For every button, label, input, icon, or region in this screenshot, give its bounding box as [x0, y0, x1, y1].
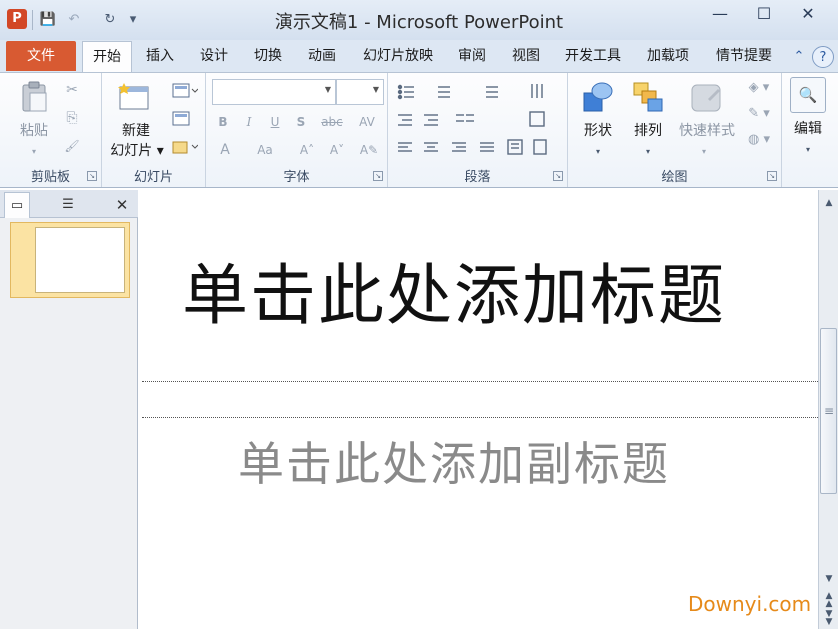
close-pane-icon[interactable]: ✕	[110, 192, 134, 218]
font-name-combo[interactable]: ▼	[212, 79, 336, 105]
font-group-label: 字体	[283, 170, 310, 185]
tab-home[interactable]: 开始	[82, 41, 132, 72]
shapes-dropdown-icon[interactable]: ▾	[588, 143, 608, 161]
clipboard-group-label: 剪贴板	[30, 170, 70, 185]
help-icon[interactable]: ?	[812, 46, 834, 68]
clipboard-group: 粘贴 ▾ ✂ ⎘ 🖌 剪贴板 ↘	[0, 73, 102, 187]
slides-group: 新建 幻灯片 ▾ 幻灯片	[102, 73, 206, 187]
binoculars-icon: 🔍	[798, 86, 818, 104]
slide-thumbnail[interactable]	[35, 227, 125, 293]
tab-design[interactable]: 设计	[192, 41, 236, 72]
tab-view[interactable]: 视图	[504, 41, 548, 72]
close-button[interactable]: ✕	[788, 2, 828, 26]
font-launcher-icon[interactable]: ↘	[373, 171, 383, 181]
bold-button[interactable]: B	[214, 113, 232, 131]
outline-tab[interactable]: ☰	[36, 192, 100, 218]
tab-review[interactable]: 审阅	[450, 41, 494, 72]
minimize-button[interactable]: —	[700, 2, 740, 26]
clear-formatting-button[interactable]: A✎	[356, 141, 382, 159]
editing-dropdown-icon[interactable]: ▾	[798, 141, 818, 159]
slide-thumbnail-selected[interactable]	[10, 222, 130, 298]
grow-font-button[interactable]: A˄	[294, 141, 320, 159]
ribbon: 粘贴 ▾ ✂ ⎘ 🖌 剪贴板 ↘ 新建 幻灯片 ▾ 幻灯片 ▼ ▼ B I U	[0, 72, 838, 188]
character-spacing-button[interactable]: AV	[352, 113, 382, 131]
scroll-up-icon[interactable]: ▲	[819, 194, 838, 212]
arrange-dropdown-icon[interactable]: ▾	[638, 143, 658, 161]
arrange-icon[interactable]	[632, 81, 664, 115]
slide-title-placeholder[interactable]: 单击此处添加标题	[139, 242, 769, 338]
clipboard-launcher-icon[interactable]: ↘	[87, 171, 97, 181]
title-bar: P 💾 ↶ ↻ ▾ 演示文稿1 - Microsoft PowerPoint —…	[0, 0, 838, 40]
tab-animations[interactable]: 动画	[300, 41, 344, 72]
previous-slide-icon[interactable]: ▲ ▲	[819, 592, 838, 610]
layout-icon[interactable]	[172, 83, 198, 99]
underline-button[interactable]: U	[266, 113, 284, 131]
paste-icon[interactable]	[20, 81, 50, 113]
scroll-thumb[interactable]: ≡	[820, 328, 837, 494]
strikethrough-button[interactable]: abc	[318, 113, 346, 131]
drawing-group: 形状 ▾ 排列 ▾ 快速样式 ▾ ◈ ▾ ✎ ▾ ◍ ▾ 绘图 ↘	[568, 73, 782, 187]
paragraph-launcher-icon[interactable]: ↘	[553, 171, 563, 181]
paragraph-group: 段落 ↘	[388, 73, 568, 187]
quick-styles-dropdown-icon[interactable]: ▾	[694, 143, 714, 161]
shape-effects-icon[interactable]: ◍ ▾	[744, 131, 774, 149]
font-group: ▼ ▼ B I U S abc AV A Aa A˄ A˅ A✎ 字体 ↘	[206, 73, 388, 187]
tab-storyboard[interactable]: 情节提要	[708, 41, 780, 72]
next-slide-icon[interactable]: ▼ ▼	[819, 610, 838, 628]
slides-pane-tabs: ▭ ☰ ✕	[0, 190, 138, 218]
find-button[interactable]: 🔍	[790, 77, 826, 113]
cut-icon[interactable]: ✂	[62, 81, 82, 99]
tab-addins[interactable]: 加载项	[640, 41, 696, 72]
drawing-launcher-icon[interactable]: ↘	[767, 171, 777, 181]
shapes-label[interactable]: 形状	[576, 121, 620, 141]
watermark: Downyi.com	[688, 592, 812, 616]
slide-canvas[interactable]: 单击此处添加标题 单击此处添加副标题	[139, 190, 818, 629]
quick-styles-label[interactable]: 快速样式	[672, 121, 742, 141]
paste-dropdown-icon[interactable]: ▾	[22, 143, 46, 161]
new-slide-icon[interactable]	[118, 81, 152, 113]
tab-file[interactable]: 文件	[6, 41, 76, 71]
quick-styles-icon[interactable]	[690, 81, 722, 115]
shape-fill-icon[interactable]: ◈ ▾	[744, 79, 774, 97]
reset-icon[interactable]	[172, 111, 190, 127]
tab-transitions[interactable]: 切换	[246, 41, 290, 72]
tab-developer[interactable]: 开发工具	[558, 41, 628, 72]
paste-label[interactable]: 粘贴	[12, 121, 56, 141]
paragraph-group-label: 段落	[464, 170, 491, 185]
vertical-scrollbar[interactable]: ▲ ≡ ▼ ▲ ▲ ▼ ▼	[818, 190, 838, 629]
slide-subtitle-placeholder[interactable]: 单击此处添加副标题	[139, 428, 769, 494]
ribbon-tabs: 文件 开始 插入 设计 切换 动画 幻灯片放映 审阅 视图 开发工具 加载项 情…	[0, 40, 838, 72]
copy-icon[interactable]: ⎘	[62, 109, 82, 127]
italic-button[interactable]: I	[240, 113, 258, 131]
collapse-ribbon-icon[interactable]: ⌃	[788, 46, 810, 68]
slides-group-label: 幻灯片	[133, 170, 173, 185]
new-slide-label-2[interactable]: 幻灯片 ▾	[106, 141, 168, 161]
shapes-icon[interactable]	[582, 81, 614, 115]
subtitle-box-top-border	[142, 381, 818, 382]
slides-tab[interactable]: ▭	[4, 192, 30, 218]
subtitle-box-dotted-border	[142, 417, 818, 418]
tab-slideshow[interactable]: 幻灯片放映	[356, 41, 440, 72]
format-painter-icon[interactable]: 🖌	[62, 137, 82, 155]
editing-group: 🔍 编辑 ▾	[782, 73, 838, 187]
font-color-button[interactable]: A	[214, 141, 236, 159]
shape-outline-icon[interactable]: ✎ ▾	[744, 105, 774, 123]
editing-label[interactable]: 编辑	[786, 119, 830, 139]
shrink-font-button[interactable]: A˅	[324, 141, 350, 159]
drawing-group-label: 绘图	[661, 170, 688, 185]
section-icon[interactable]	[172, 139, 198, 155]
tab-insert[interactable]: 插入	[138, 41, 182, 72]
new-slide-label-1[interactable]: 新建	[108, 121, 164, 141]
scroll-grip-icon: ≡	[824, 404, 835, 418]
font-size-combo[interactable]: ▼	[336, 79, 384, 105]
scroll-down-icon[interactable]: ▼	[819, 570, 838, 588]
change-case-button[interactable]: Aa	[250, 141, 280, 159]
arrange-label[interactable]: 排列	[626, 121, 670, 141]
maximize-button[interactable]: ☐	[744, 2, 784, 26]
paragraph-icons[interactable]	[394, 81, 564, 161]
shadow-button[interactable]: S	[292, 113, 310, 131]
